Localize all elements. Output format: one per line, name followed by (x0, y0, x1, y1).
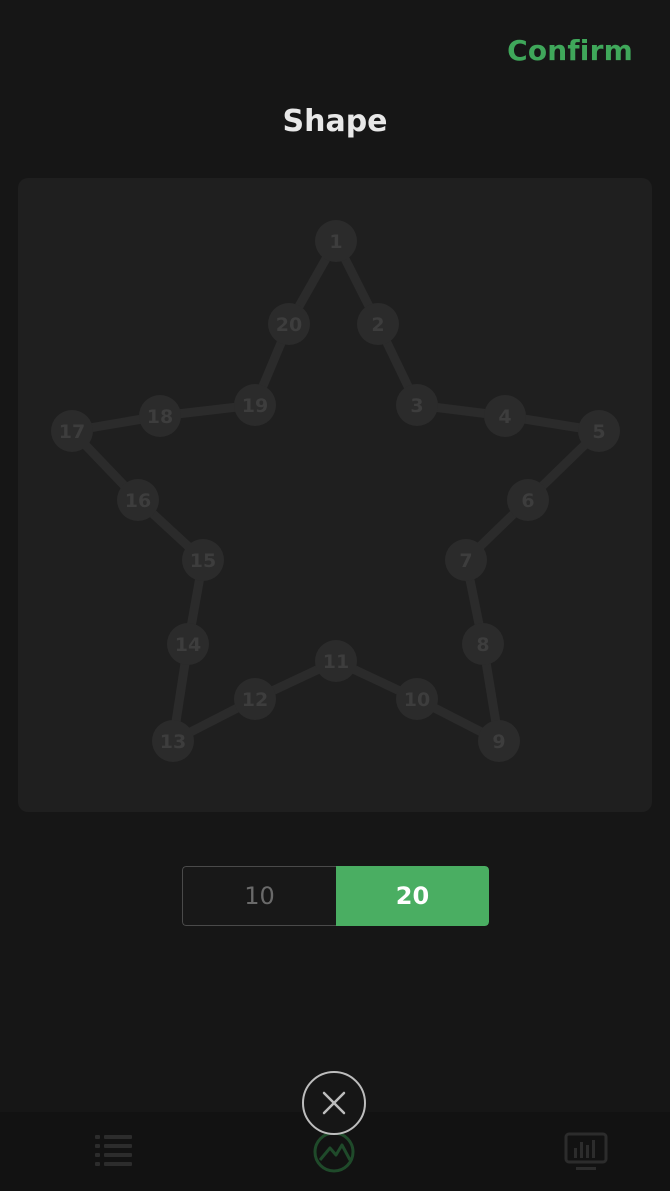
shape-point-8[interactable]: 8 (462, 623, 504, 665)
shape-point-20[interactable]: 20 (268, 303, 310, 345)
confirm-button[interactable]: Confirm (507, 34, 633, 67)
shape-point-6[interactable]: 6 (507, 479, 549, 521)
stats-icon[interactable] (564, 1132, 608, 1172)
shape-point-17[interactable]: 17 (51, 410, 93, 452)
shape-point-1[interactable]: 1 (315, 220, 357, 262)
shape-point-label: 8 (476, 634, 489, 656)
shape-point-label: 9 (492, 731, 505, 753)
shape-point-2[interactable]: 2 (357, 303, 399, 345)
shape-point-label: 20 (276, 314, 302, 336)
shape-point-19[interactable]: 19 (234, 384, 276, 426)
shape-point-label: 18 (147, 406, 173, 428)
shape-point-12[interactable]: 12 (234, 678, 276, 720)
shape-point-14[interactable]: 14 (167, 623, 209, 665)
option-20-points[interactable]: 20 (336, 866, 489, 926)
shape-point-5[interactable]: 5 (578, 410, 620, 452)
shape-point-label: 10 (404, 689, 430, 711)
shape-point-label: 15 (190, 550, 216, 572)
list-icon[interactable] (95, 1133, 133, 1167)
shape-point-15[interactable]: 15 (182, 539, 224, 581)
shape-point-11[interactable]: 11 (315, 640, 357, 682)
shape-screen: Confirm Shape 1 2 3 4 5 6 7 8 9 10 11 12 13 14 15 16 17 1… (0, 0, 670, 1191)
shape-point-9[interactable]: 9 (478, 720, 520, 762)
shape-point-label: 6 (521, 490, 534, 512)
shape-point-label: 1 (329, 231, 342, 253)
shape-point-13[interactable]: 13 (152, 720, 194, 762)
shape-point-label: 19 (242, 395, 268, 417)
shape-point-label: 16 (125, 490, 151, 512)
close-button[interactable] (302, 1071, 366, 1135)
shape-point-4[interactable]: 4 (484, 395, 526, 437)
shape-point-18[interactable]: 18 (139, 395, 181, 437)
shape-point-label: 4 (498, 406, 511, 428)
shape-point-label: 3 (410, 395, 423, 417)
shape-point-10[interactable]: 10 (396, 678, 438, 720)
shape-point-label: 13 (160, 731, 186, 753)
shape-point-label: 7 (459, 550, 472, 572)
nature-icon[interactable] (312, 1130, 356, 1174)
shape-point-label: 5 (592, 421, 605, 443)
shape-point-16[interactable]: 16 (117, 479, 159, 521)
shape-point-label: 2 (371, 314, 384, 336)
shape-point-label: 12 (242, 689, 268, 711)
option-10-points[interactable]: 10 (182, 866, 336, 926)
shape-point-label: 11 (323, 651, 349, 673)
shape-point-label: 14 (175, 634, 201, 656)
point-count-selector: 10 20 (182, 866, 489, 926)
star-shape: 123 456789101112131415161718 1920 (51, 220, 620, 762)
shape-point-7[interactable]: 7 (445, 539, 487, 581)
shape-canvas[interactable]: 1 2 3 4 5 6 7 8 9 10 11 12 13 14 15 16 17 18 19 20 (18, 178, 652, 812)
page-title: Shape (282, 104, 388, 139)
shape-point-label: 17 (59, 421, 85, 443)
shape-point-3[interactable]: 3 (396, 384, 438, 426)
close-icon (322, 1091, 346, 1115)
